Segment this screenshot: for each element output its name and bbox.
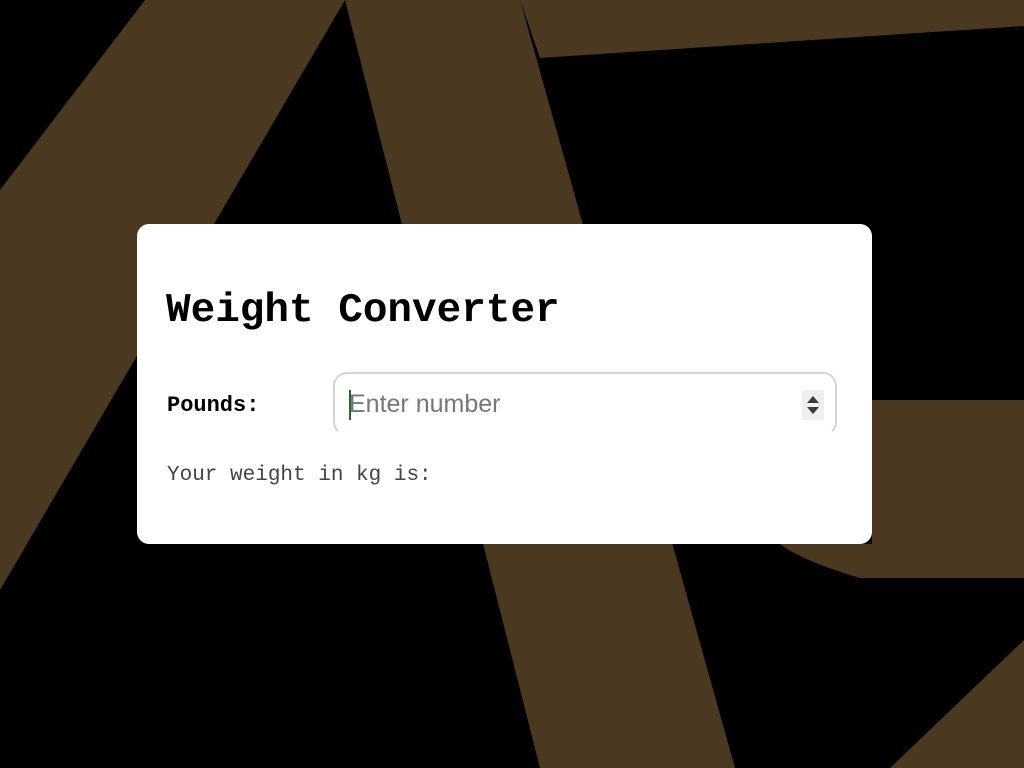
pounds-input[interactable] <box>349 384 789 424</box>
number-spinner[interactable] <box>802 390 824 420</box>
result-text: Your weight in kg is: <box>167 464 432 487</box>
pounds-label: Pounds: <box>167 393 260 418</box>
spin-down-icon[interactable] <box>807 407 819 414</box>
page-title: Weight Converter <box>166 288 560 334</box>
text-caret <box>349 390 351 420</box>
converter-card: Weight Converter Pounds: Your weight in … <box>137 224 872 544</box>
pounds-input-container[interactable] <box>333 372 837 436</box>
spin-up-icon[interactable] <box>807 396 819 403</box>
